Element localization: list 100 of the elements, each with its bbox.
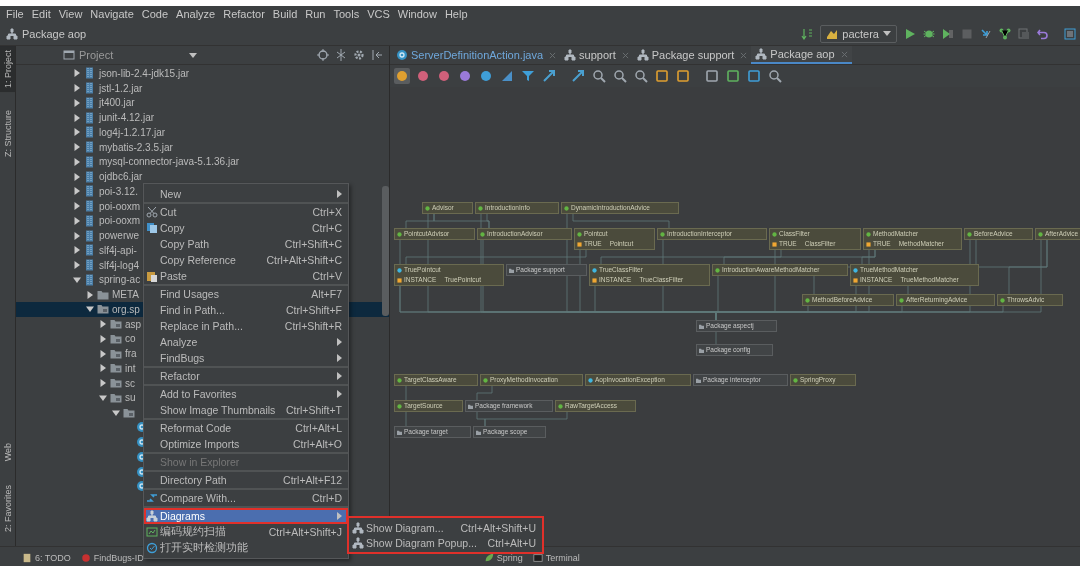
expand-arrow-icon[interactable] [73, 216, 81, 225]
expand-arrow-icon[interactable] [112, 408, 120, 417]
menu-item[interactable]: Find in Path... Ctrl+Shift+F [144, 302, 348, 318]
sort-icon[interactable] [801, 27, 814, 40]
tree-item[interactable]: mysql-connector-java-5.1.36.jar [99, 156, 240, 168]
tree-item[interactable]: asp [125, 318, 142, 330]
tree-item[interactable]: junit-4.12.jar [99, 112, 155, 124]
tree-item[interactable]: poi-ooxm [99, 200, 141, 212]
breadcrumb[interactable]: Package aop [22, 27, 87, 40]
tree-item[interactable]: META [112, 289, 140, 301]
expand-arrow-icon[interactable] [73, 143, 81, 152]
expand-arrow-icon[interactable] [86, 290, 94, 299]
gear-icon[interactable] [353, 49, 365, 61]
menu-item[interactable]: Add to Favorites [144, 384, 348, 402]
expand-arrow-icon[interactable] [73, 261, 81, 270]
category-toggle-icon[interactable] [478, 68, 494, 84]
menu-item[interactable]: Window [393, 8, 441, 20]
menu-item[interactable]: Reformat Code Ctrl+Alt+L [144, 418, 348, 436]
hide-icon[interactable] [371, 49, 383, 61]
expand-arrow-icon[interactable] [73, 246, 81, 255]
menu-item[interactable]: Find Usages Alt+F7 [144, 284, 348, 302]
menu-item[interactable]: File [2, 8, 28, 20]
tree-item[interactable]: sc [125, 377, 135, 389]
menu-item[interactable]: Analyze [172, 8, 220, 20]
tree-item[interactable]: fra [125, 348, 137, 360]
expand-arrow-icon[interactable] [99, 334, 107, 343]
category-toggle-icon[interactable] [436, 68, 452, 84]
expand-arrow-icon[interactable] [73, 275, 81, 284]
tree-item[interactable]: poi-3.12. [99, 185, 138, 197]
tool-window-tab[interactable]: Z: Structure [0, 106, 15, 162]
menu-item[interactable]: Edit [27, 8, 55, 20]
tool-window-tab[interactable]: Web [0, 438, 15, 465]
tree-item[interactable]: powerwe [99, 230, 140, 242]
expand-arrow-icon[interactable] [73, 202, 81, 211]
menu-item[interactable]: Copy Reference Ctrl+Alt+Shift+C [144, 252, 348, 268]
category-toggle-icon[interactable] [457, 68, 473, 84]
zoom-out-icon[interactable] [612, 68, 628, 84]
expand-arrow-icon[interactable] [73, 172, 81, 181]
editor-tab[interactable]: support [560, 46, 633, 64]
menu-item[interactable]: Show Diagram Popup... Ctrl+Alt+U [349, 535, 542, 550]
expand-arrow-icon[interactable] [73, 113, 81, 122]
editor-tab[interactable]: Package support [632, 46, 752, 64]
menu-item[interactable]: Copy Ctrl+C [144, 220, 348, 236]
tool-window-tab[interactable]: 2: Favorites [0, 480, 15, 536]
menu-item[interactable]: Replace in Path... Ctrl+Shift+R [144, 318, 348, 334]
expand-arrow-icon[interactable] [73, 157, 81, 166]
menu-item[interactable]: Refactor [219, 8, 269, 20]
menu-item[interactable]: Diagrams [144, 506, 348, 524]
expand-arrow-icon[interactable] [99, 393, 107, 402]
locate-icon[interactable] [317, 49, 329, 61]
expand-arrow-icon[interactable] [99, 364, 107, 373]
menu-item[interactable]: Paste Ctrl+V [144, 268, 348, 284]
tree-item[interactable]: org.sp [112, 303, 140, 315]
expand-arrow-icon[interactable] [73, 98, 81, 107]
menu-item[interactable]: 打开实时检测功能 [144, 540, 348, 556]
tool-window-button[interactable]: FindBugs-ID [80, 552, 144, 563]
expand-arrow-icon[interactable] [73, 231, 81, 240]
menu-item[interactable]: VCS [363, 8, 394, 20]
menu-item[interactable]: Run [301, 8, 330, 20]
tool-window-button[interactable]: Spring [483, 552, 523, 563]
expand-arrow-icon[interactable] [73, 128, 81, 137]
tree-item[interactable]: slf4j-api- [99, 244, 137, 256]
menu-item[interactable]: Analyze [144, 334, 348, 350]
menu-item[interactable]: New [144, 186, 348, 202]
menu-item[interactable]: Build [268, 8, 302, 20]
collapse-icon[interactable] [335, 49, 347, 61]
menu-item[interactable]: View [54, 8, 87, 20]
category-toggle-icon[interactable] [415, 68, 431, 84]
tree-item[interactable]: jstl-1.2.jar [99, 82, 143, 94]
run-config-dropdown[interactable]: pactera [820, 24, 897, 43]
editor-tab[interactable]: Package aop [751, 46, 852, 64]
expand-arrow-icon[interactable] [73, 187, 81, 196]
expand-arrow-icon[interactable] [73, 84, 81, 93]
tool-window-tab[interactable]: 1: Project [0, 46, 15, 93]
menu-item[interactable]: Optimize Imports Ctrl+Alt+O [144, 436, 348, 452]
tree-item[interactable]: co [125, 333, 136, 345]
actual-size-icon[interactable] [633, 68, 649, 84]
expand-arrow-icon[interactable] [99, 320, 107, 329]
menu-item[interactable]: 编码规约扫描 Ctrl+Alt+Shift+J [144, 524, 348, 540]
tree-item[interactable]: jt400.jar [99, 97, 135, 109]
run-icon[interactable] [904, 27, 916, 40]
preview-icon[interactable] [767, 68, 783, 84]
menu-item[interactable]: Cut Ctrl+X [144, 202, 348, 220]
menu-item[interactable]: Help [440, 8, 472, 20]
tool-window-button[interactable]: 6: TODO [22, 552, 71, 563]
menu-item[interactable]: Navigate [86, 8, 138, 20]
coverage-icon[interactable] [942, 27, 954, 40]
menu-item[interactable]: Show Diagram... Ctrl+Alt+Shift+U [349, 520, 542, 535]
branch-icon[interactable] [999, 27, 1011, 40]
tree-item[interactable]: log4j-1.2.17.jar [99, 126, 166, 138]
tree-item[interactable]: slf4j-log4 [99, 259, 140, 271]
zoom-in-icon[interactable] [591, 68, 607, 84]
expand-arrow-icon[interactable] [73, 69, 81, 78]
menu-item[interactable]: Directory Path Ctrl+Alt+F12 [144, 470, 348, 488]
tree-item[interactable]: json-lib-2.4-jdk15.jar [99, 67, 190, 79]
tree-item[interactable]: spring-ac [99, 274, 141, 286]
tree-item[interactable]: poi-ooxm [99, 215, 141, 227]
category-toggle-icon[interactable] [394, 68, 410, 84]
tree-item[interactable]: su [125, 392, 136, 404]
tool-window-button[interactable]: Terminal [532, 552, 580, 563]
